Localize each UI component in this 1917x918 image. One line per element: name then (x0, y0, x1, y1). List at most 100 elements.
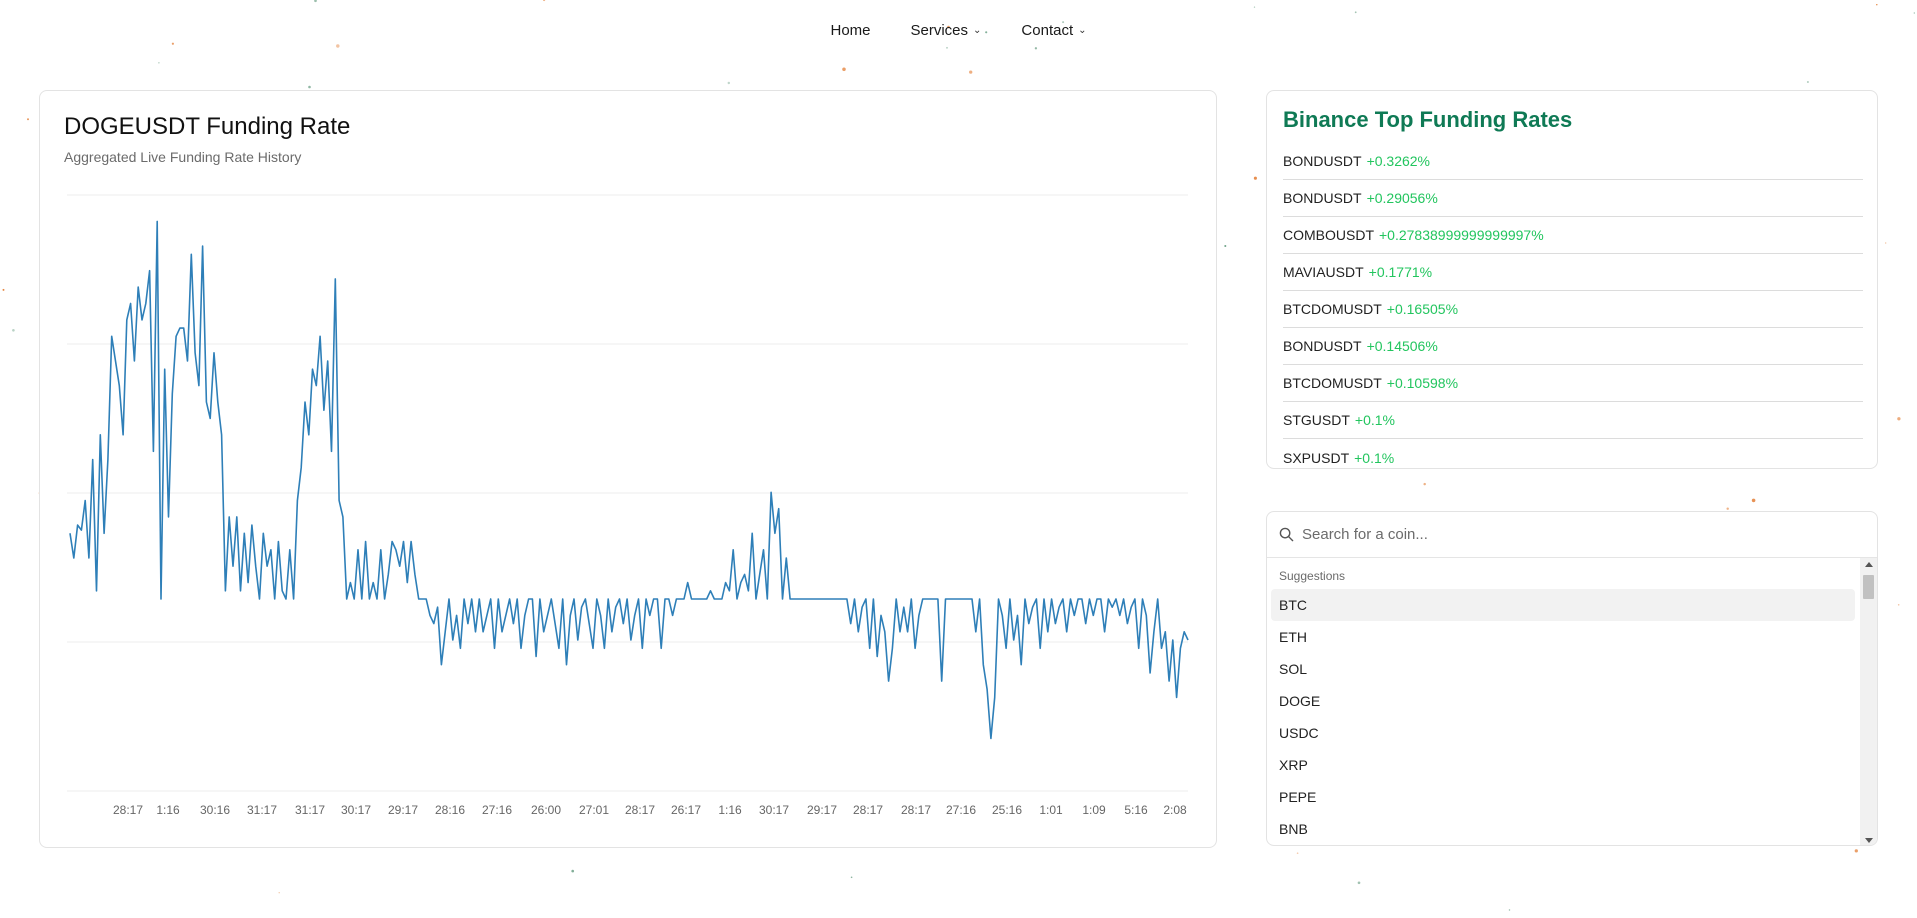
coin-search-card: Suggestions BTC ETH SOL DOGE USDC XRP PE… (1266, 511, 1878, 846)
funding-rate-item[interactable]: MAVIAUSDT +0.1771% (1283, 254, 1863, 291)
suggestion-item[interactable]: BTC (1271, 589, 1855, 621)
x-tick-label: 31:17 (295, 803, 325, 817)
x-tick-label: 28:17 (113, 803, 143, 817)
x-tick-label: 5:16 (1124, 803, 1148, 817)
rate-symbol: BTCDOMUSDT (1283, 301, 1382, 317)
top-funding-rates-card: Binance Top Funding Rates BONDUSDT +0.326… (1266, 90, 1878, 469)
x-tick-label: 30:17 (341, 803, 371, 817)
background-dot (336, 44, 340, 48)
background-dot (1726, 507, 1729, 510)
background-dot (158, 61, 160, 64)
suggestion-item[interactable]: PEPE (1271, 781, 1855, 813)
chart-subtitle: Aggregated Live Funding Rate History (64, 149, 302, 165)
background-dot (27, 118, 29, 121)
x-tick-label: 27:01 (579, 803, 609, 817)
rate-symbol: BONDUSDT (1283, 190, 1362, 206)
x-tick-label: 29:17 (807, 803, 837, 817)
funding-rate-item[interactable]: BONDUSDT +0.29056% (1283, 180, 1863, 217)
background-dot (1253, 6, 1256, 8)
suggestion-item[interactable]: USDC (1271, 717, 1855, 749)
background-dot (12, 329, 15, 332)
x-tick-label: 1:16 (156, 803, 180, 817)
funding-rate-item[interactable]: BTCDOMUSDT +0.10598% (1283, 365, 1863, 402)
x-tick-label: 29:17 (388, 803, 418, 817)
suggestion-item[interactable]: ETH (1271, 621, 1855, 653)
background-dot (1885, 242, 1887, 244)
chart-title: DOGEUSDT Funding Rate (64, 113, 351, 140)
background-dot (1296, 852, 1299, 855)
rate-symbol: COMBOUSDT (1283, 227, 1374, 243)
background-dot (1034, 47, 1038, 50)
funding-rate-item[interactable]: COMBOUSDT +0.27838999999999997% (1283, 217, 1863, 254)
background-dot (308, 85, 311, 89)
suggestion-item[interactable]: BNB (1271, 813, 1855, 845)
rate-symbol: STGUSDT (1283, 412, 1350, 428)
rate-value: +0.1771% (1368, 264, 1433, 280)
background-dot (278, 892, 280, 894)
search-input[interactable] (1302, 526, 1842, 543)
background-dot (1897, 417, 1901, 421)
funding-rate-chart-card: 28:17 1:16 30:16 31:17 31:17 30:17 29:17 28:16 2… (39, 90, 1217, 848)
funding-rate-item[interactable]: SXPUSDT +0.1% (1283, 439, 1863, 476)
rate-value: +0.1% (1354, 412, 1395, 428)
x-tick-label: 27:16 (946, 803, 976, 817)
scrollbar-thumb[interactable] (1863, 575, 1874, 599)
background-dot (571, 869, 575, 873)
nav-services[interactable]: Services ⌄ (891, 20, 1002, 41)
x-tick-label: 2:08 (1163, 803, 1187, 817)
rate-value: +0.27838999999999997% (1379, 227, 1544, 243)
search-icon (1279, 527, 1294, 542)
background-dot (171, 42, 174, 45)
x-tick-label: 26:00 (531, 803, 561, 817)
background-dot (542, 0, 546, 2)
rate-symbol: BONDUSDT (1283, 338, 1362, 354)
nav-home-label: Home (830, 22, 871, 39)
x-tick-label: 28:16 (435, 803, 465, 817)
x-tick-label: 25:16 (992, 803, 1022, 817)
background-dot (314, 0, 317, 3)
scroll-down-arrow-icon[interactable] (1865, 838, 1873, 843)
x-tick-label: 28:17 (901, 803, 931, 817)
rate-value: +0.14506% (1366, 338, 1438, 354)
suggestions-heading: Suggestions (1279, 569, 1346, 583)
x-tick-label: 27:16 (482, 803, 512, 817)
funding-rate-item[interactable]: BONDUSDT +0.14506% (1283, 328, 1863, 365)
nav-home[interactable]: Home (810, 20, 890, 41)
nav-contact[interactable]: Contact ⌄ (1001, 20, 1106, 41)
x-tick-label: 30:17 (759, 803, 789, 817)
rate-value: +0.16505% (1386, 301, 1459, 317)
background-dot (727, 81, 731, 85)
rate-value: +0.3262% (1366, 153, 1431, 169)
suggestion-item[interactable]: DOGE (1271, 685, 1855, 717)
suggestions-scrollbar[interactable] (1860, 558, 1877, 845)
background-dot (969, 70, 973, 74)
nav-services-label: Services (910, 22, 969, 39)
funding-rate-item[interactable]: BONDUSDT +0.3262% (1283, 143, 1863, 180)
scroll-up-arrow-icon[interactable] (1865, 562, 1873, 567)
nav-contact-label: Contact (1021, 22, 1074, 39)
background-dot (1876, 3, 1878, 6)
background-dot (1897, 604, 1900, 606)
x-tick-label: 1:09 (1082, 803, 1106, 817)
funding-rate-series-line (69, 220, 1189, 740)
background-dot (1253, 176, 1257, 180)
x-tick-label: 1:01 (1039, 803, 1063, 817)
suggestion-item[interactable]: SOL (1271, 653, 1855, 685)
rate-symbol: BONDUSDT (1283, 153, 1362, 169)
chevron-down-icon: ⌄ (973, 25, 982, 36)
funding-rate-item[interactable]: STGUSDT +0.1% (1283, 402, 1863, 439)
x-tick-label: 31:17 (247, 803, 277, 817)
suggestion-item[interactable]: XRP (1271, 749, 1855, 781)
background-dot (1913, 12, 1915, 14)
background-dot (946, 46, 948, 49)
rate-value: +0.10598% (1386, 375, 1459, 391)
x-tick-label: 30:16 (200, 803, 230, 817)
background-dot (1423, 482, 1426, 486)
background-dot (2, 288, 5, 291)
x-tick-label: 28:17 (853, 803, 883, 817)
background-dot (1751, 498, 1756, 503)
funding-rate-item[interactable]: BTCDOMUSDT +0.16505% (1283, 291, 1863, 328)
rate-symbol: BTCDOMUSDT (1283, 375, 1382, 391)
background-dot (1806, 80, 1809, 84)
background-dot (1354, 11, 1357, 14)
